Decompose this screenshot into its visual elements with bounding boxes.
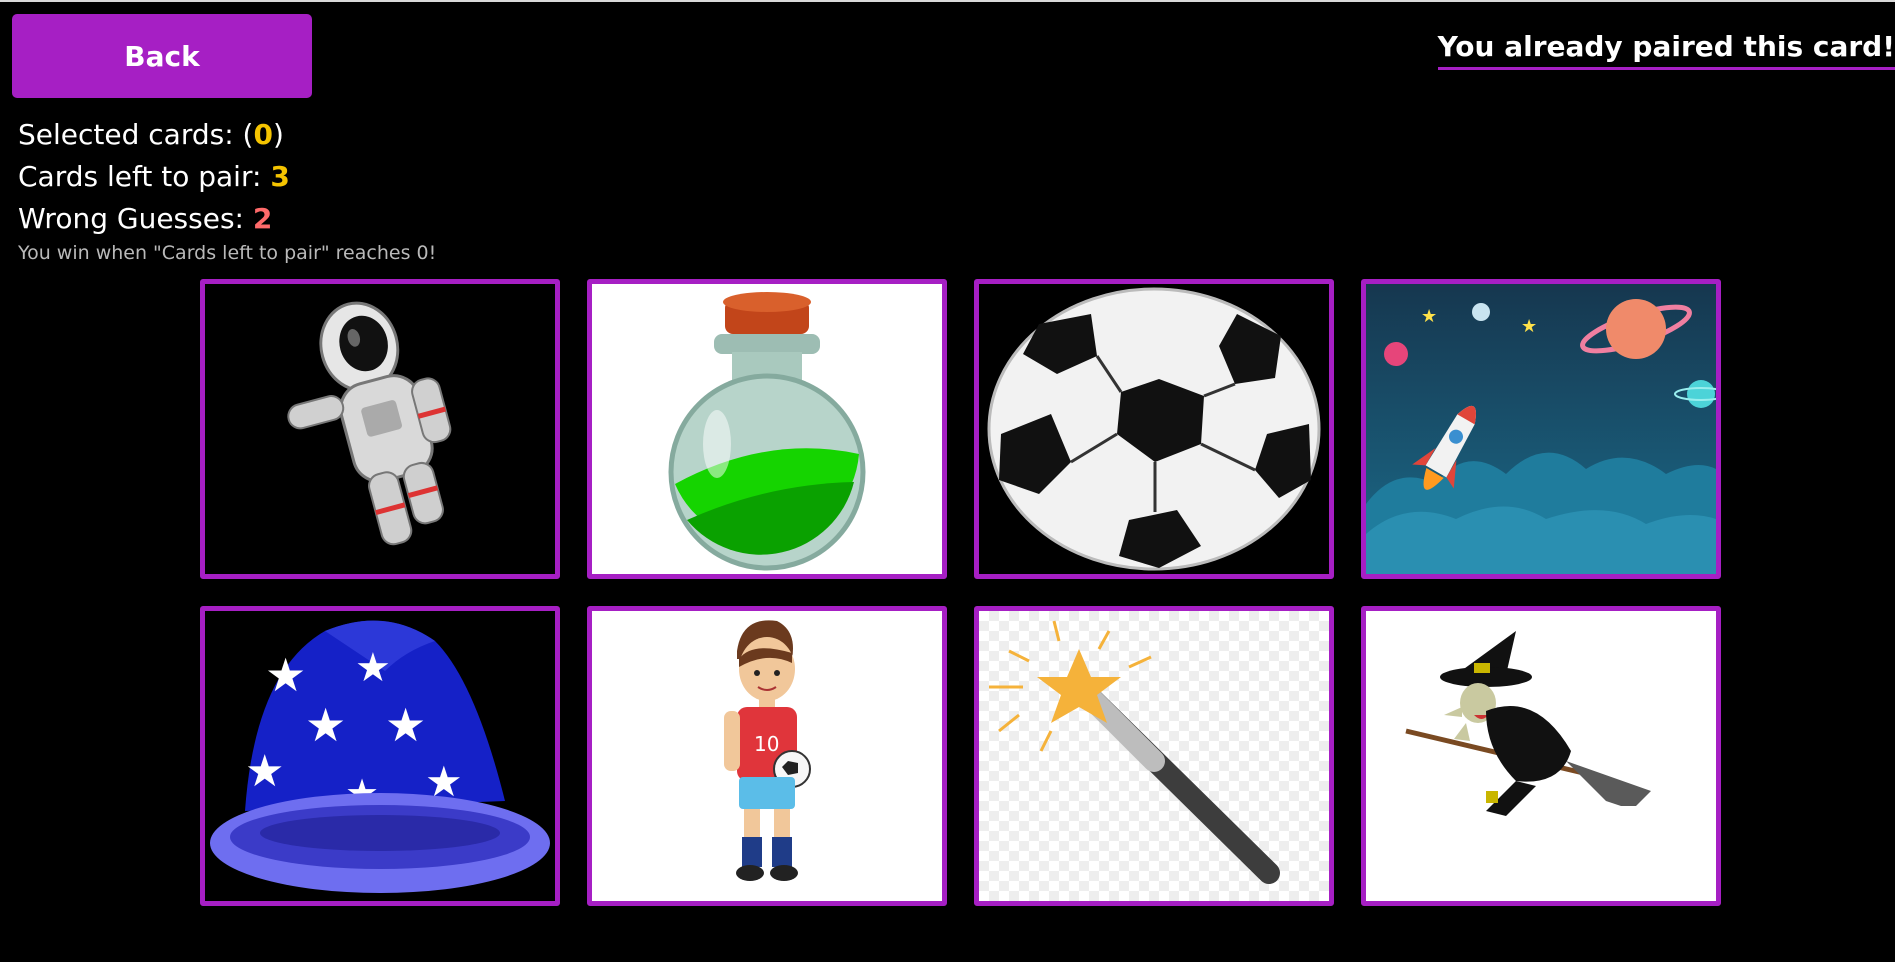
potion-bottle-icon [668, 292, 866, 571]
cards-left-count: 3 [270, 160, 290, 193]
card-potion[interactable] [587, 279, 947, 579]
magic-wand-icon [989, 620, 1280, 884]
svg-text:★: ★ [355, 645, 391, 691]
card-magic-wand[interactable] [974, 606, 1334, 906]
astronaut-icon [287, 301, 452, 546]
card-astronaut[interactable] [200, 279, 560, 579]
card-space-scene[interactable]: ★ ★ ★ [1361, 279, 1721, 579]
svg-text:★: ★ [1521, 316, 1537, 337]
space-rocket-scene-icon: ★ ★ ★ [1366, 284, 1716, 574]
card-wizard-hat[interactable]: ★ ★ ★ ★ ★ ★ ★ [200, 606, 560, 906]
card-witch[interactable] [1361, 606, 1721, 906]
wizard-hat-icon: ★ ★ ★ ★ ★ ★ ★ [210, 620, 550, 893]
wrong-guesses-label: Wrong Guesses: [18, 202, 253, 235]
win-hint: You win when "Cards left to pair" reache… [18, 242, 437, 264]
svg-text:★: ★ [385, 698, 426, 752]
svg-text:★: ★ [1421, 306, 1437, 327]
status-message: You already paired this card! [1437, 30, 1895, 70]
cards-left-label: Cards left to pair: [18, 160, 271, 193]
selected-cards-stat: Selected cards: (0) [18, 114, 436, 156]
game-stats: Selected cards: (0) Cards left to pair: … [18, 114, 436, 264]
wrong-guesses-count: 2 [252, 202, 273, 235]
wrong-guesses-stat: Wrong Guesses: 2 [18, 198, 436, 240]
soccer-player-boy-icon: 10 [724, 620, 811, 881]
svg-text:★: ★ [265, 648, 306, 702]
card-grid: ★ ★ ★ ★ ★ ★ ★ ★ ★ ★ [200, 279, 1721, 906]
selected-cards-suffix: ) [272, 118, 284, 151]
selected-cards-count: 0 [253, 118, 273, 151]
card-soccer-ball[interactable] [974, 279, 1334, 579]
witch-on-broom-icon [1405, 631, 1651, 816]
svg-text:10: 10 [754, 732, 779, 756]
soccer-ball-icon [987, 287, 1321, 571]
svg-text:★: ★ [245, 746, 284, 797]
window-top-border [0, 0, 1895, 2]
back-button[interactable]: Back [12, 14, 312, 98]
cards-left-stat: Cards left to pair: 3 [18, 156, 436, 198]
svg-text:★: ★ [305, 698, 346, 752]
card-soccer-player[interactable]: 10 [587, 606, 947, 906]
selected-cards-label: Selected cards: ( [18, 118, 254, 151]
